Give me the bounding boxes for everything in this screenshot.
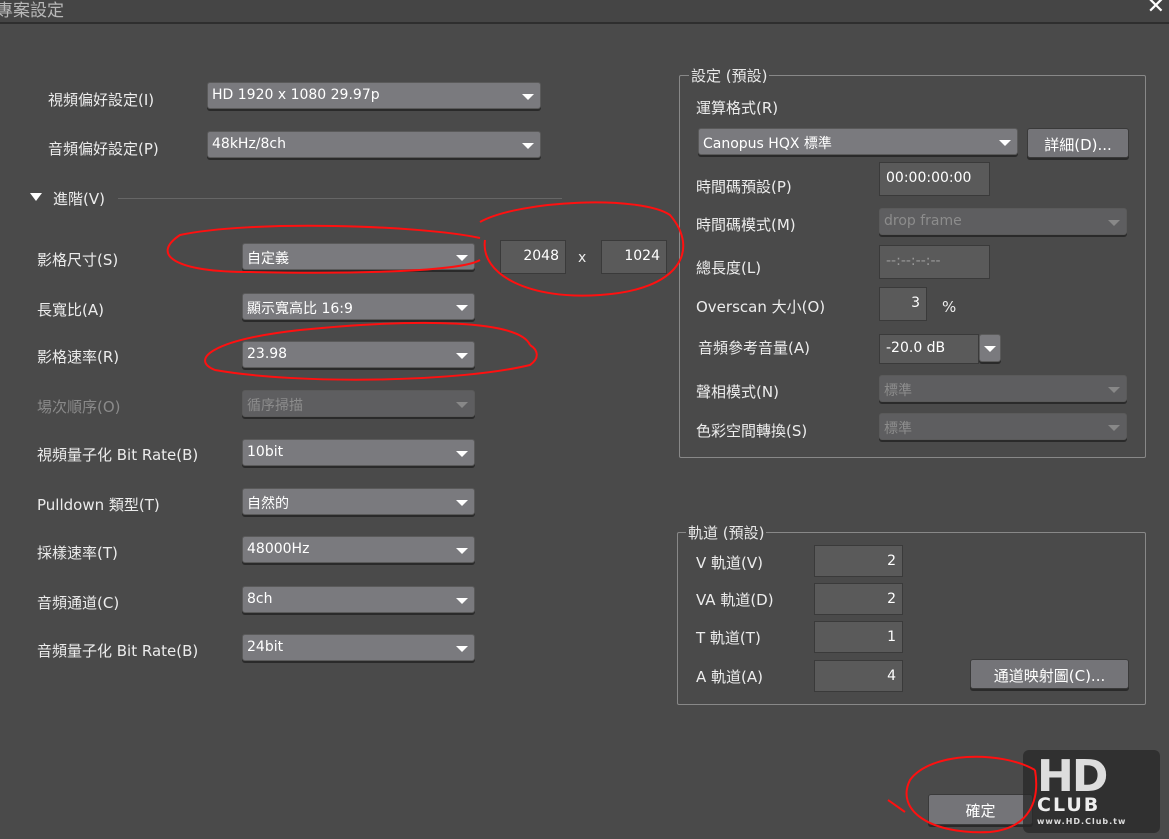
- annotation-circle-frame-rate: [204, 321, 538, 381]
- annotation-circle-frame-size: [166, 224, 481, 274]
- red-annotations: [166, 201, 1038, 834]
- annotation-circle-ok: [887, 755, 1038, 834]
- annotation-circle-frame-dims: [479, 201, 685, 297]
